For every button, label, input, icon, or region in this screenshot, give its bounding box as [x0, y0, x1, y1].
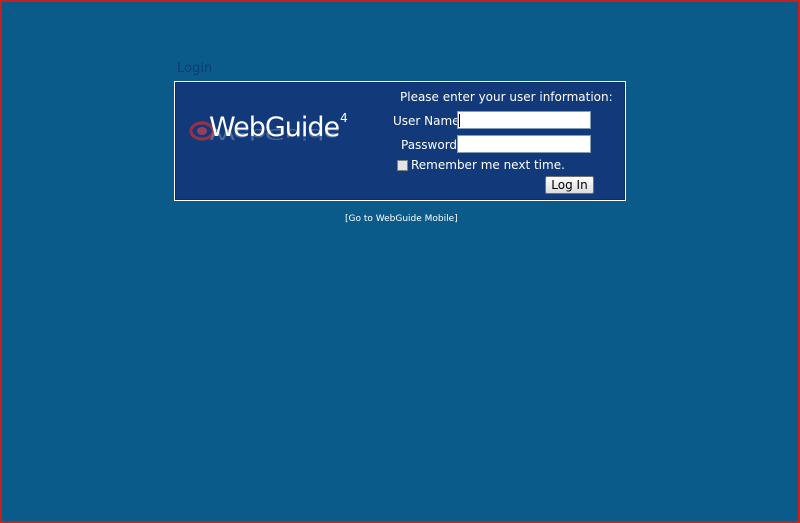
- username-input[interactable]: [457, 111, 591, 129]
- remember-me-row[interactable]: Remember me next time.: [397, 158, 565, 172]
- login-button[interactable]: Log In: [545, 176, 594, 194]
- instructions-text: Please enter your user information:: [400, 90, 613, 104]
- page-title: Login: [177, 61, 213, 76]
- page-frame: Login WebGuide4 WebGuide Please enter yo…: [2, 2, 798, 521]
- text-caret: [459, 114, 460, 127]
- logo-reflection: WebGuide: [209, 124, 340, 142]
- password-label: Password:: [401, 138, 462, 152]
- mobile-site-link[interactable]: [Go to WebGuide Mobile]: [345, 214, 458, 224]
- remember-me-checkbox[interactable]: [397, 159, 408, 171]
- remember-me-label: Remember me next time.: [411, 158, 565, 172]
- webguide-logo: WebGuide4 WebGuide: [189, 111, 359, 172]
- password-input[interactable]: [457, 135, 591, 153]
- login-panel: WebGuide4 WebGuide Please enter your use…: [174, 81, 626, 201]
- username-label: User Name:: [393, 114, 464, 128]
